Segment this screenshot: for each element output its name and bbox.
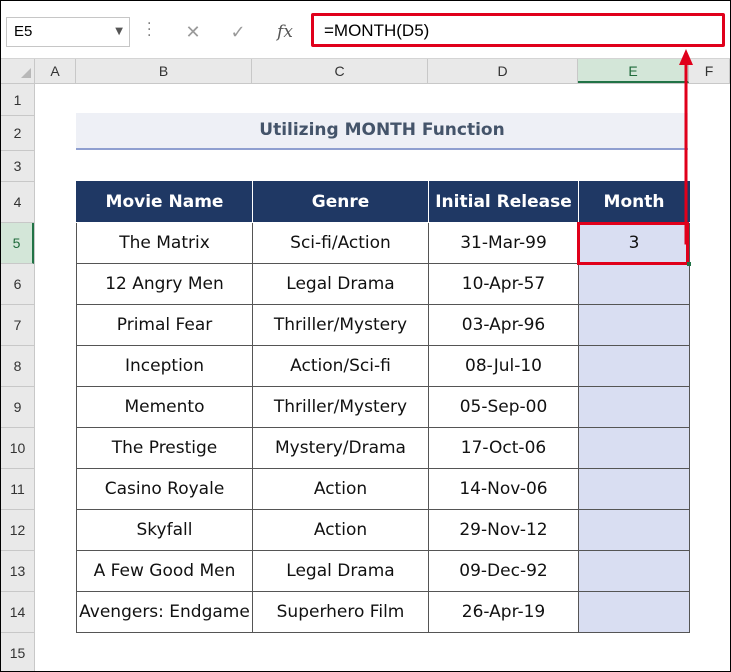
column-header-c[interactable]: C [252, 59, 428, 83]
select-all-icon [21, 68, 31, 78]
cell-release[interactable]: 31-Mar-99 [428, 222, 579, 264]
table-row: Memento Thriller/Mystery 05-Sep-00 [76, 386, 690, 428]
fill-handle[interactable] [687, 262, 691, 266]
insert-function-button[interactable]: fx [263, 17, 307, 47]
cell-release[interactable]: 03-Apr-96 [428, 304, 579, 346]
cell-movie[interactable]: Avengers: Endgame [76, 591, 253, 633]
cell-release[interactable]: 09-Dec-92 [428, 550, 579, 592]
cell-release[interactable]: 29-Nov-12 [428, 509, 579, 551]
table-row: The Prestige Mystery/Drama 17-Oct-06 [76, 427, 690, 469]
title-underline [76, 148, 688, 150]
cell-genre[interactable]: Superhero Film [252, 591, 429, 633]
cell-genre[interactable]: Action [252, 509, 429, 551]
column-headers: A B C D E F [1, 59, 730, 84]
cell-movie[interactable]: Skyfall [76, 509, 253, 551]
row-header-12[interactable]: 12 [1, 510, 34, 551]
cell-month[interactable] [578, 304, 690, 346]
column-header-b[interactable]: B [76, 59, 252, 83]
row-headers: 1 2 3 4 5 6 7 8 9 10 11 12 13 14 15 [1, 84, 35, 671]
cell-release[interactable]: 17-Oct-06 [428, 427, 579, 469]
cell-genre[interactable]: Thriller/Mystery [252, 386, 429, 428]
row-header-1[interactable]: 1 [1, 84, 34, 116]
cell-month[interactable] [578, 345, 690, 387]
cell-genre[interactable]: Mystery/Drama [252, 427, 429, 469]
header-movie-name[interactable]: Movie Name [76, 181, 253, 223]
cell-genre[interactable]: Action [252, 468, 429, 510]
cell-movie[interactable]: The Prestige [76, 427, 253, 469]
table-row: Skyfall Action 29-Nov-12 [76, 509, 690, 551]
row-header-7[interactable]: 7 [1, 305, 34, 346]
cell-release[interactable]: 05-Sep-00 [428, 386, 579, 428]
table-row: Casino Royale Action 14-Nov-06 [76, 468, 690, 510]
cell-movie[interactable]: Inception [76, 345, 253, 387]
formula-bar-row: E5 ▼ · · · ✕ ✓ fx =MONTH(D5) [1, 1, 730, 59]
cell-release[interactable]: 08-Jul-10 [428, 345, 579, 387]
header-initial-release[interactable]: Initial Release [428, 181, 579, 223]
excel-window: E5 ▼ · · · ✕ ✓ fx =MONTH(D5) A B C D E F 1… [0, 0, 731, 672]
row-header-8[interactable]: 8 [1, 346, 34, 387]
cell-movie[interactable]: The Matrix [76, 222, 253, 264]
cell-release[interactable]: 14-Nov-06 [428, 468, 579, 510]
column-header-d[interactable]: D [428, 59, 578, 83]
row-header-11[interactable]: 11 [1, 469, 34, 510]
row-header-2[interactable]: 2 [1, 116, 34, 151]
cell-month[interactable] [578, 550, 690, 592]
column-header-f[interactable]: F [689, 59, 730, 83]
row-header-13[interactable]: 13 [1, 551, 34, 592]
table-row: Inception Action/Sci-fi 08-Jul-10 [76, 345, 690, 387]
enter-icon[interactable]: ✓ [216, 17, 260, 47]
cell-month[interactable] [578, 468, 690, 510]
cell-movie[interactable]: A Few Good Men [76, 550, 253, 592]
table-row: A Few Good Men Legal Drama 09-Dec-92 [76, 550, 690, 592]
cell-genre[interactable]: Action/Sci-fi [252, 345, 429, 387]
cell-movie[interactable]: Casino Royale [76, 468, 253, 510]
cell-month[interactable] [578, 263, 690, 305]
header-month[interactable]: Month [578, 181, 690, 223]
drag-handle-icon[interactable]: · · · [147, 17, 151, 43]
row-header-15[interactable]: 15 [1, 633, 34, 671]
column-header-a[interactable]: A [35, 59, 76, 83]
cell-release[interactable]: 26-Apr-19 [428, 591, 579, 633]
active-cell-highlight [577, 222, 689, 265]
cell-movie[interactable]: 12 Angry Men [76, 263, 253, 305]
row-header-3[interactable]: 3 [1, 151, 34, 182]
row-header-5[interactable]: 5 [1, 223, 34, 264]
cell-movie[interactable]: Memento [76, 386, 253, 428]
cell-genre[interactable]: Legal Drama [252, 263, 429, 305]
column-header-e[interactable]: E [578, 59, 689, 83]
table-row: 12 Angry Men Legal Drama 10-Apr-57 [76, 263, 690, 305]
chevron-down-icon[interactable]: ▼ [115, 26, 123, 37]
row-header-9[interactable]: 9 [1, 387, 34, 428]
name-box-value: E5 [14, 23, 33, 40]
row-header-6[interactable]: 6 [1, 264, 34, 305]
row-header-14[interactable]: 14 [1, 592, 34, 633]
cell-genre[interactable]: Sci-fi/Action [252, 222, 429, 264]
formula-input[interactable]: =MONTH(D5) [311, 13, 725, 47]
row-header-10[interactable]: 10 [1, 428, 34, 469]
table-header-row: Movie Name Genre Initial Release Month [76, 181, 690, 223]
select-all-corner[interactable] [1, 59, 35, 83]
formula-text: =MONTH(D5) [324, 21, 430, 40]
cell-genre[interactable]: Legal Drama [252, 550, 429, 592]
cell-movie[interactable]: Primal Fear [76, 304, 253, 346]
fx-icon: fx [277, 22, 293, 42]
header-genre[interactable]: Genre [252, 181, 429, 223]
cancel-icon[interactable]: ✕ [171, 17, 215, 47]
sheet-title[interactable]: Utilizing MONTH Function [76, 113, 688, 148]
cell-month[interactable] [578, 509, 690, 551]
table-row: Avengers: Endgame Superhero Film 26-Apr-… [76, 591, 690, 633]
cell-month[interactable] [578, 427, 690, 469]
cell-genre[interactable]: Thriller/Mystery [252, 304, 429, 346]
cell-release[interactable]: 10-Apr-57 [428, 263, 579, 305]
cell-month[interactable] [578, 591, 690, 633]
table-row: Primal Fear Thriller/Mystery 03-Apr-96 [76, 304, 690, 346]
name-box[interactable]: E5 ▼ [6, 17, 130, 47]
row-header-4[interactable]: 4 [1, 182, 34, 223]
cell-month[interactable] [578, 386, 690, 428]
